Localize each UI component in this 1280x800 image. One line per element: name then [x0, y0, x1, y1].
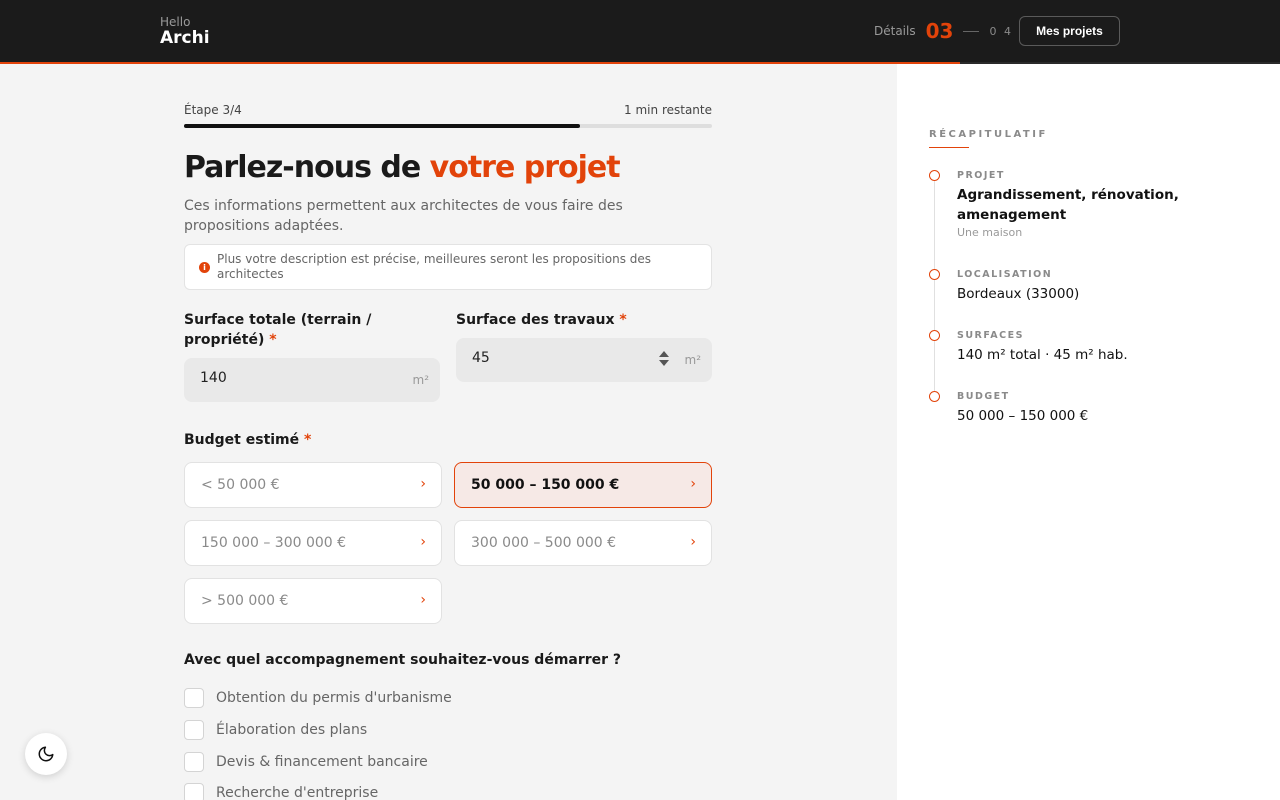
checkbox-label: Devis & financement bancaire	[216, 754, 428, 770]
timeline-dot	[929, 391, 940, 402]
checkbox[interactable]	[184, 720, 204, 740]
chevron-right-icon: ›	[690, 534, 696, 550]
recap-title: RÉCAPITULATIF	[929, 129, 1048, 140]
steps-label: Détails	[874, 24, 916, 38]
budget-option-150k-300k[interactable]: 150 000 – 300 000 € ›	[184, 520, 442, 566]
chevron-right-icon: ›	[690, 476, 696, 492]
recap-title-underline	[929, 147, 969, 148]
step-indicator: Détails 03 0 4	[874, 18, 1013, 44]
accompaniment-question: Avec quel accompagnement souhaitez-vous …	[184, 652, 622, 668]
checkbox[interactable]	[184, 688, 204, 708]
steps-separator	[963, 30, 980, 32]
timeline-dot	[929, 330, 940, 341]
required-mark: *	[619, 312, 627, 328]
recap-item-label: LOCALISATION	[957, 269, 1053, 280]
recap-item-label: PROJET	[957, 170, 1005, 181]
chevron-right-icon: ›	[420, 592, 426, 608]
surface-travaux-label-text: Surface des travaux	[456, 312, 615, 328]
required-mark: *	[304, 432, 312, 448]
surface-total-label: Surface totale (terrain / propriété) *	[184, 310, 414, 350]
info-text: Plus votre description est précise, meil…	[217, 252, 652, 281]
logo[interactable]: Hello Archi	[160, 15, 210, 47]
page-title: Parlez-nous de votre projet	[184, 150, 621, 185]
logo-big-text: Archi	[160, 28, 210, 48]
top-bar: Hello Archi Détails 03 0 4 Mes projets	[0, 0, 1280, 62]
surface-total-value: 140	[200, 370, 227, 386]
spinner-down-icon[interactable]	[659, 360, 669, 366]
page-title-main: Parlez-nous de	[184, 150, 430, 185]
required-mark: *	[269, 332, 277, 348]
checkbox-label: Recherche d'entreprise	[216, 785, 379, 800]
theme-toggle-button[interactable]	[25, 733, 67, 775]
surface-travaux-input[interactable]: 45 m²	[456, 338, 712, 382]
steps-current: 03	[925, 19, 954, 43]
time-left: 1 min restante	[624, 103, 712, 117]
budget-option-label: > 500 000 €	[201, 593, 289, 609]
budget-option-label: < 50 000 €	[201, 477, 280, 493]
intro-text: Ces informations permettent aux architec…	[184, 198, 623, 234]
budget-option-label: 300 000 – 500 000 €	[471, 535, 617, 551]
recap-item-value: 50 000 – 150 000 €	[957, 408, 1089, 424]
recap-item-localisation: LOCALISATION Bordeaux (33000)	[929, 269, 1247, 304]
recap-item-budget: BUDGET 50 000 – 150 000 €	[929, 391, 1247, 426]
budget-option-300k-500k[interactable]: 300 000 – 500 000 € ›	[454, 520, 712, 566]
number-spinner[interactable]	[658, 351, 670, 369]
budget-option-over-500k[interactable]: > 500 000 € ›	[184, 578, 442, 624]
surface-travaux-label: Surface des travaux *	[456, 310, 712, 330]
recap-item-sub: Une maison	[957, 226, 1023, 239]
budget-label: Budget estimé *	[184, 430, 311, 450]
step-text: Étape 3/4	[184, 103, 242, 117]
timeline-dot	[929, 170, 940, 181]
chevron-right-icon: ›	[420, 476, 426, 492]
chevron-right-icon: ›	[420, 534, 426, 550]
budget-label-text: Budget estimé	[184, 432, 300, 448]
spinner-up-icon[interactable]	[659, 351, 669, 357]
step-row: Étape 3/4 1 min restante	[184, 103, 712, 117]
logo-small-text: Hello	[160, 15, 191, 29]
moon-icon	[38, 746, 54, 762]
info-icon: i	[199, 262, 210, 273]
budget-option-under-50k[interactable]: < 50 000 € ›	[184, 462, 442, 508]
checkbox-label: Obtention du permis d'urbanisme	[216, 690, 452, 706]
form-progress-fill	[184, 124, 580, 128]
checkbox-permis[interactable]: Obtention du permis d'urbanisme	[184, 688, 452, 708]
checkbox-label: Élaboration des plans	[216, 722, 368, 738]
recap-item-value: 140 m² total · 45 m² hab.	[957, 347, 1128, 363]
recap-item-label: SURFACES	[957, 330, 1024, 341]
checkbox-devis[interactable]: Devis & financement bancaire	[184, 752, 428, 772]
info-box: i Plus votre description est précise, me…	[184, 244, 712, 290]
surface-total-label-text: Surface totale (terrain / propriété)	[184, 312, 372, 348]
budget-option-label: 50 000 – 150 000 €	[471, 477, 620, 493]
recap-item-label: BUDGET	[957, 391, 1010, 402]
timeline-dot	[929, 269, 940, 280]
surface-travaux-unit: m²	[684, 353, 702, 367]
my-projects-button[interactable]: Mes projets	[1019, 16, 1120, 46]
checkbox-plans[interactable]: Élaboration des plans	[184, 720, 367, 740]
recap-item-value: Agrandissement, rénovation, amenagement	[957, 187, 1179, 223]
header-progress-fill	[0, 62, 960, 64]
page-title-accent: votre projet	[429, 150, 621, 185]
checkbox[interactable]	[184, 783, 204, 800]
recap-item-projet: PROJET Agrandissement, rénovation, amena…	[929, 170, 1247, 239]
recap-timeline	[934, 177, 935, 397]
recap-item-value: Bordeaux (33000)	[957, 286, 1080, 302]
checkbox-entreprise[interactable]: Recherche d'entreprise	[184, 783, 378, 800]
checkbox[interactable]	[184, 752, 204, 772]
form-progress-bar	[184, 124, 712, 128]
surface-total-input[interactable]: 140 m²	[184, 358, 440, 402]
recap-sidebar: RÉCAPITULATIF PROJET Agrandissement, rén…	[897, 64, 1280, 800]
budget-option-50k-150k[interactable]: 50 000 – 150 000 € ›	[454, 462, 712, 508]
surface-total-unit: m²	[412, 373, 430, 387]
recap-item-surfaces: SURFACES 140 m² total · 45 m² hab.	[929, 330, 1247, 365]
surface-travaux-value: 45	[472, 350, 490, 366]
steps-total: 0 4	[989, 24, 1013, 38]
budget-option-label: 150 000 – 300 000 €	[201, 535, 347, 551]
